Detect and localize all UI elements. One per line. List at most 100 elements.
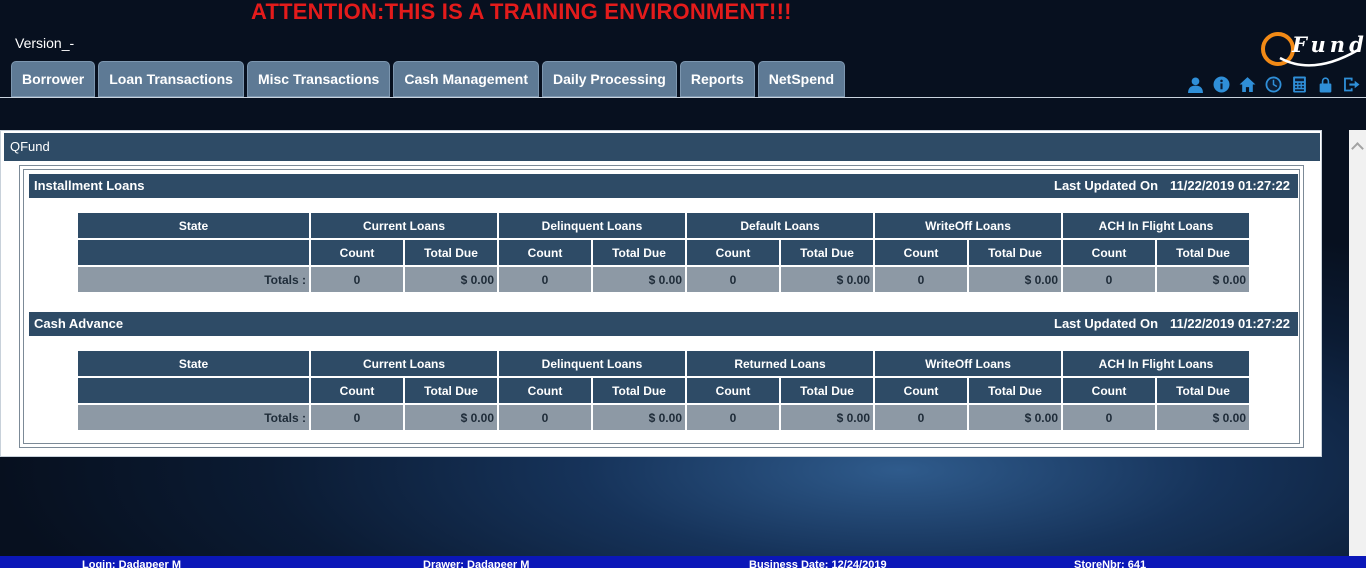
last-updated-value: 11/22/2019 01:27:22: [1170, 316, 1290, 331]
totals-label: Totals :: [78, 405, 309, 430]
total-due-header: Total Due: [969, 240, 1061, 265]
scroll-up-arrow-icon[interactable]: [1351, 142, 1364, 155]
nav-divider: [0, 97, 1366, 98]
count-header: Count: [499, 378, 591, 403]
group-header: Current Loans: [311, 213, 497, 238]
cash-advance-table: State Current Loans Delinquent Loans Ret…: [76, 349, 1251, 432]
nav-loan-transactions[interactable]: Loan Transactions: [98, 61, 244, 97]
last-updated-value: 11/22/2019 01:27:22: [1170, 178, 1290, 193]
total-due-header: Total Due: [405, 240, 497, 265]
total-count: 0: [875, 405, 967, 430]
installment-loans-table: State Current Loans Delinquent Loans Def…: [76, 211, 1251, 294]
total-due-header: Total Due: [593, 240, 685, 265]
panel-title: QFund: [4, 133, 1320, 161]
count-header: Count: [311, 378, 403, 403]
group-header: WriteOff Loans: [875, 213, 1061, 238]
lock-icon[interactable]: [1316, 75, 1335, 94]
footer-login: Login: Dadapeer M: [82, 559, 182, 568]
clock-icon[interactable]: [1264, 75, 1283, 94]
info-icon[interactable]: [1212, 75, 1231, 94]
installment-loans-header: Installment Loans Last Updated On 11/22/…: [29, 174, 1298, 198]
qfund-panel: QFund Installment Loans Last Updated On …: [0, 130, 1322, 457]
total-count: 0: [311, 405, 403, 430]
count-header: Count: [1063, 240, 1155, 265]
group-header: Returned Loans: [687, 351, 873, 376]
total-due: $ 0.00: [593, 267, 685, 292]
total-due-header: Total Due: [781, 240, 873, 265]
calculator-icon[interactable]: [1290, 75, 1309, 94]
total-due-header: Total Due: [1157, 378, 1249, 403]
state-header: State: [78, 351, 309, 376]
total-due: $ 0.00: [969, 405, 1061, 430]
state-subheader: [78, 378, 309, 403]
group-header: ACH In Flight Loans: [1063, 213, 1249, 238]
count-header: Count: [687, 240, 779, 265]
logout-icon[interactable]: [1342, 75, 1361, 94]
section-title: Cash Advance: [34, 316, 124, 331]
home-icon[interactable]: [1238, 75, 1257, 94]
nav-reports[interactable]: Reports: [679, 61, 755, 97]
total-due: $ 0.00: [1157, 405, 1249, 430]
total-due: $ 0.00: [781, 267, 873, 292]
nav-daily-processing[interactable]: Daily Processing: [542, 61, 677, 97]
total-due-header: Total Due: [781, 378, 873, 403]
nav-cash-management[interactable]: Cash Management: [393, 61, 540, 97]
training-banner: ATTENTION:THIS IS A TRAINING ENVIRONMENT…: [251, 0, 792, 24]
main-nav: Borrower Loan Transactions Misc Transact…: [11, 61, 846, 97]
state-header: State: [78, 213, 309, 238]
total-count: 0: [499, 267, 591, 292]
total-count: 0: [687, 267, 779, 292]
group-header: Delinquent Loans: [499, 213, 685, 238]
count-header: Count: [875, 378, 967, 403]
group-header: ACH In Flight Loans: [1063, 351, 1249, 376]
group-header: Current Loans: [311, 351, 497, 376]
total-count: 0: [875, 267, 967, 292]
version-label: Version_-: [15, 35, 75, 51]
summary-inner-frame: Installment Loans Last Updated On 11/22/…: [23, 169, 1300, 444]
total-due: $ 0.00: [1157, 267, 1249, 292]
total-count: 0: [311, 267, 403, 292]
count-header: Count: [1063, 378, 1155, 403]
footer-store: StoreNbr: 641: [1074, 559, 1147, 568]
total-due-header: Total Due: [593, 378, 685, 403]
footer-drawer: Drawer: Dadapeer M: [423, 559, 530, 568]
count-header: Count: [687, 378, 779, 403]
nav-borrower[interactable]: Borrower: [11, 61, 96, 97]
total-due: $ 0.00: [593, 405, 685, 430]
group-header: Delinquent Loans: [499, 351, 685, 376]
total-due-header: Total Due: [969, 378, 1061, 403]
total-count: 0: [1063, 267, 1155, 292]
nav-netspend[interactable]: NetSpend: [757, 61, 846, 97]
nav-misc-transactions[interactable]: Misc Transactions: [246, 61, 391, 97]
total-count: 0: [687, 405, 779, 430]
state-subheader: [78, 240, 309, 265]
last-updated-label: Last Updated On: [1054, 316, 1159, 331]
group-header: WriteOff Loans: [875, 351, 1061, 376]
cash-advance-header: Cash Advance Last Updated On 11/22/2019 …: [29, 312, 1298, 336]
vertical-scrollbar[interactable]: [1349, 130, 1366, 556]
total-due: $ 0.00: [405, 267, 497, 292]
section-title: Installment Loans: [34, 178, 145, 193]
count-header: Count: [499, 240, 591, 265]
user-icon[interactable]: [1186, 75, 1205, 94]
qfund-logo: Fund: [1258, 28, 1364, 72]
top-header: ATTENTION:THIS IS A TRAINING ENVIRONMENT…: [0, 0, 1366, 98]
logo-text: Fund: [1292, 32, 1366, 57]
total-due: $ 0.00: [969, 267, 1061, 292]
total-due-header: Total Due: [405, 378, 497, 403]
total-due-header: Total Due: [1157, 240, 1249, 265]
summary-frame: Installment Loans Last Updated On 11/22/…: [19, 165, 1304, 448]
totals-row: Totals : 0 $ 0.00 0 $ 0.00 0 $ 0.00 0 $ …: [78, 267, 1249, 292]
totals-label: Totals :: [78, 267, 309, 292]
count-header: Count: [875, 240, 967, 265]
group-header: Default Loans: [687, 213, 873, 238]
status-footer: Login: Dadapeer M Drawer: Dadapeer M Bus…: [0, 556, 1366, 568]
header-icons: [1186, 75, 1361, 94]
total-count: 0: [1063, 405, 1155, 430]
total-due: $ 0.00: [781, 405, 873, 430]
total-count: 0: [499, 405, 591, 430]
count-header: Count: [311, 240, 403, 265]
totals-row: Totals : 0 $ 0.00 0 $ 0.00 0 $ 0.00 0 $ …: [78, 405, 1249, 430]
last-updated-label: Last Updated On: [1054, 178, 1159, 193]
total-due: $ 0.00: [405, 405, 497, 430]
